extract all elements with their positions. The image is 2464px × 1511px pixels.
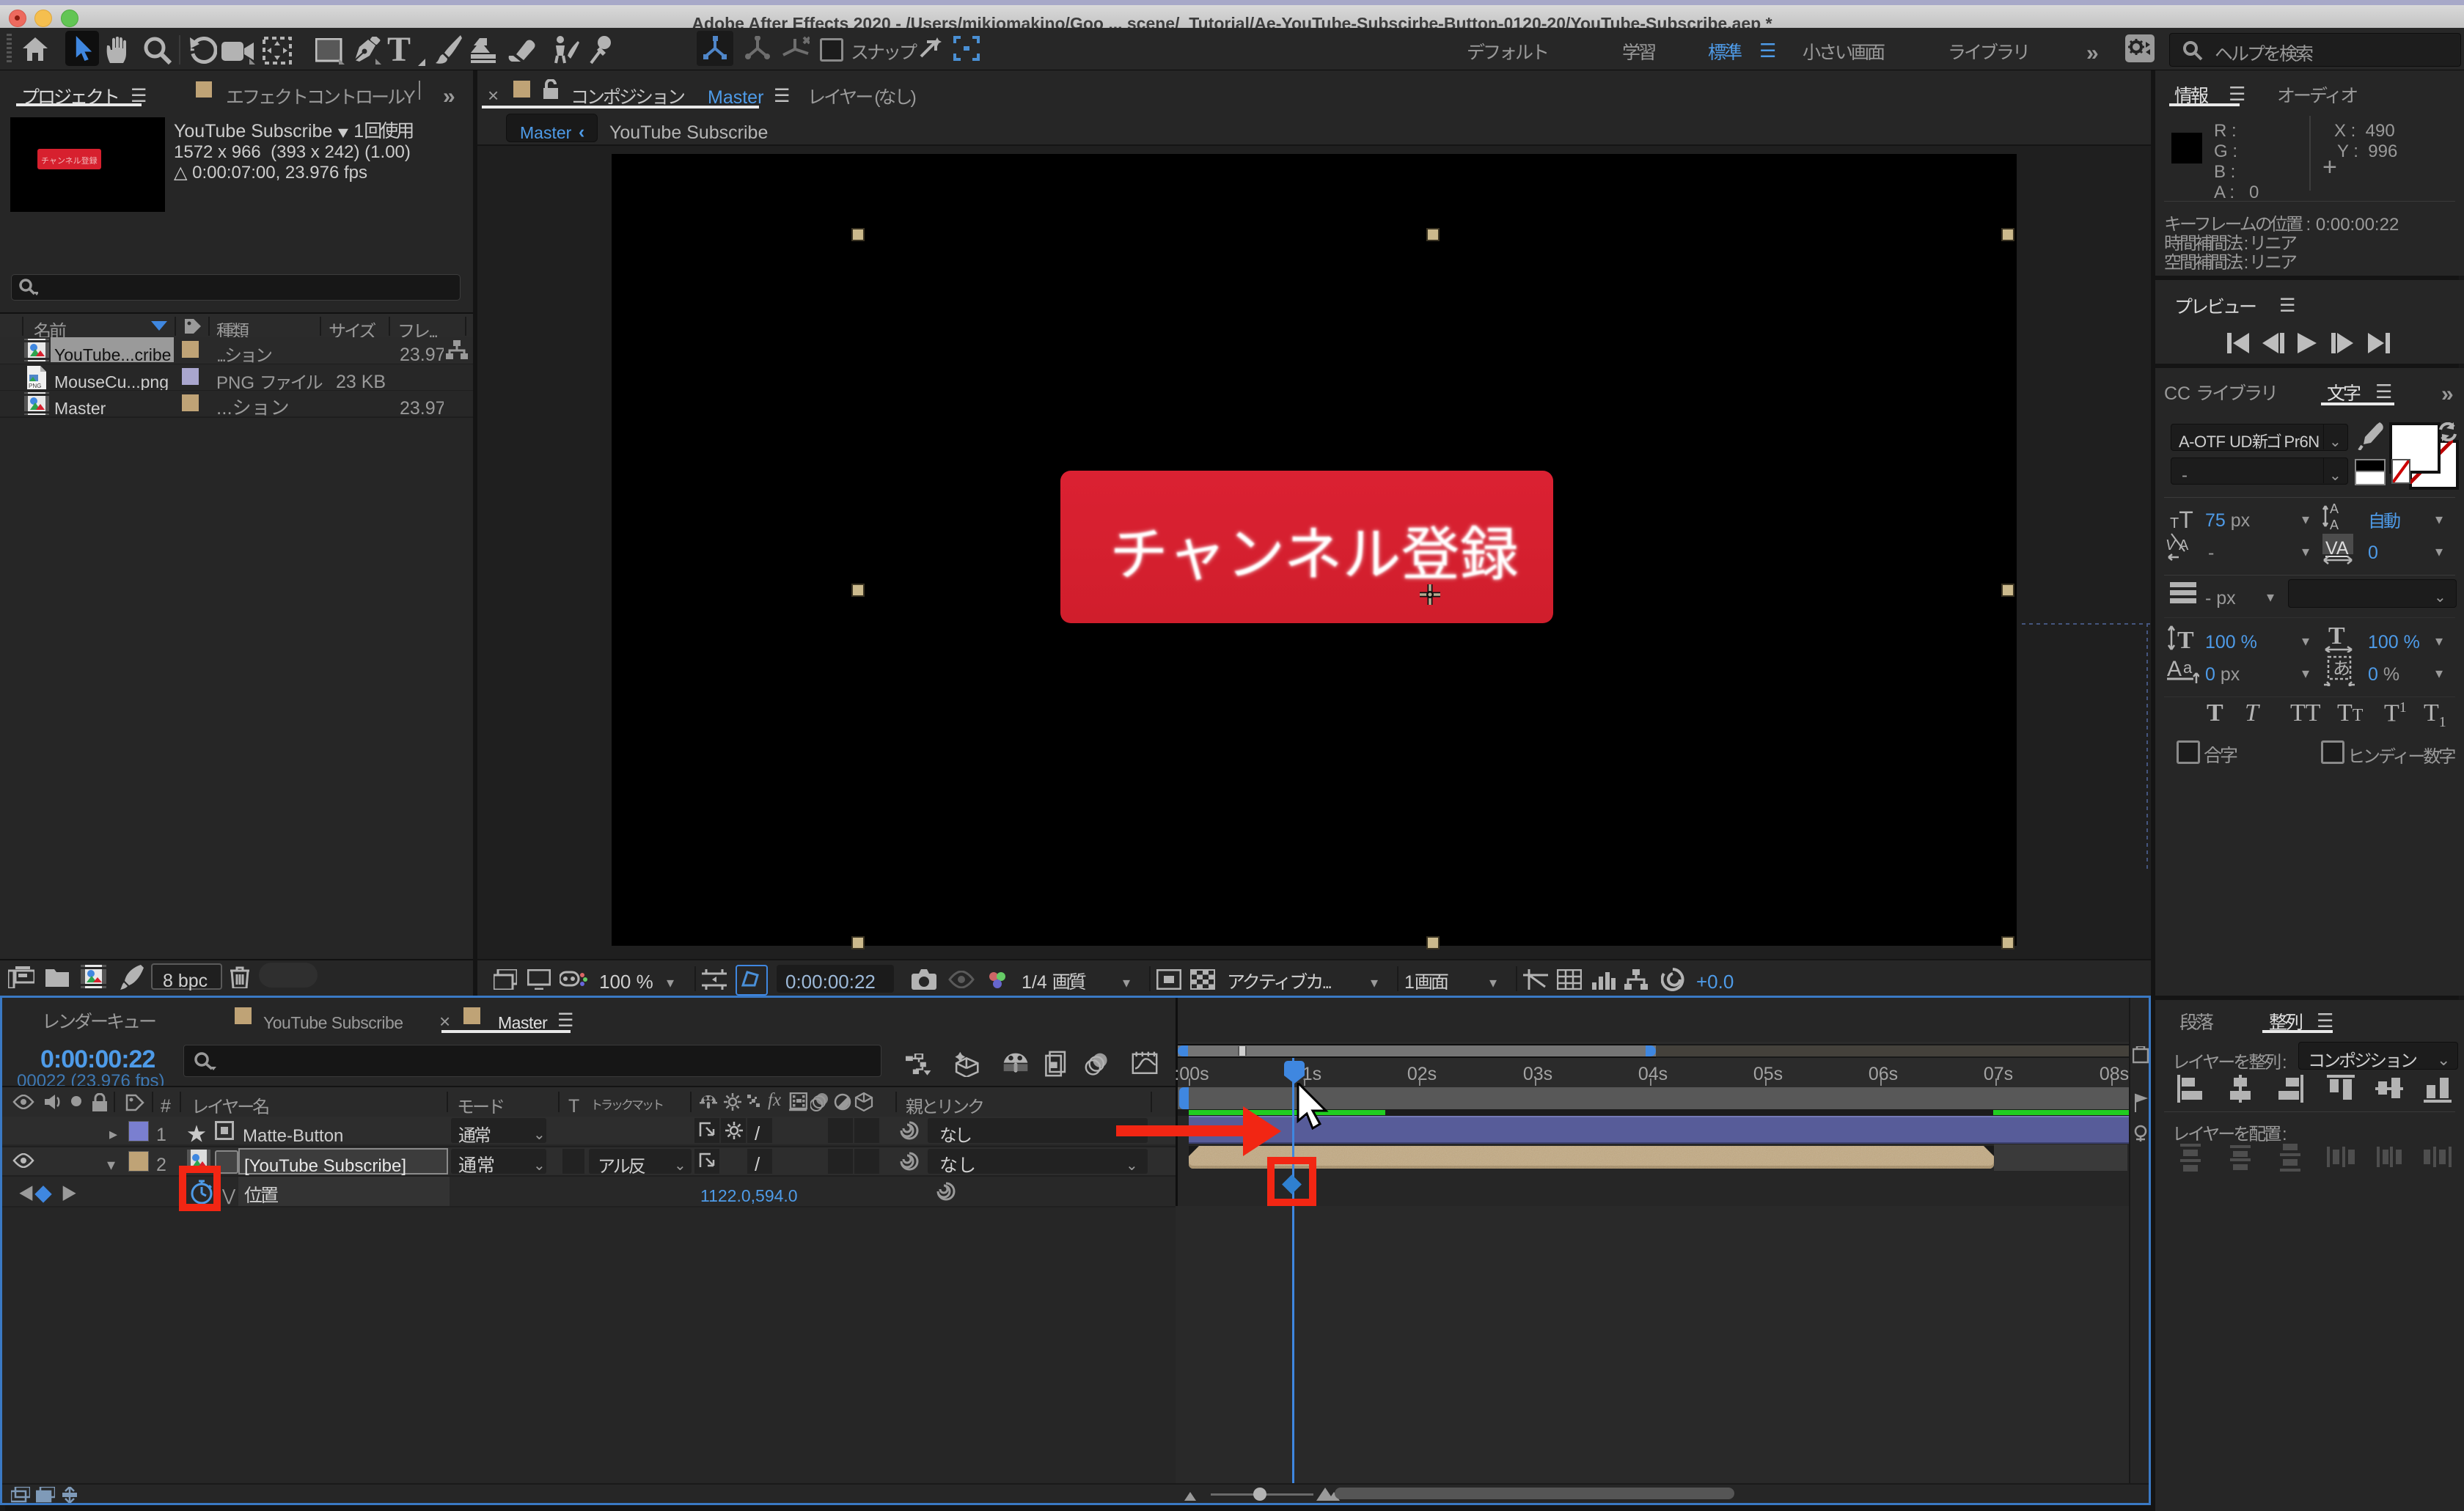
svg-text:A: A <box>2330 501 2339 516</box>
svg-text:V: V <box>2166 537 2177 554</box>
svg-text:A: A <box>2330 518 2339 531</box>
svg-text:a: a <box>2183 658 2193 677</box>
svg-text:PNG: PNG <box>29 383 41 389</box>
svg-text:T: T <box>2328 623 2345 650</box>
svg-text:あ: あ <box>2333 655 2350 680</box>
svg-text:A: A <box>2167 657 2182 681</box>
svg-text:T: T <box>2177 627 2194 652</box>
